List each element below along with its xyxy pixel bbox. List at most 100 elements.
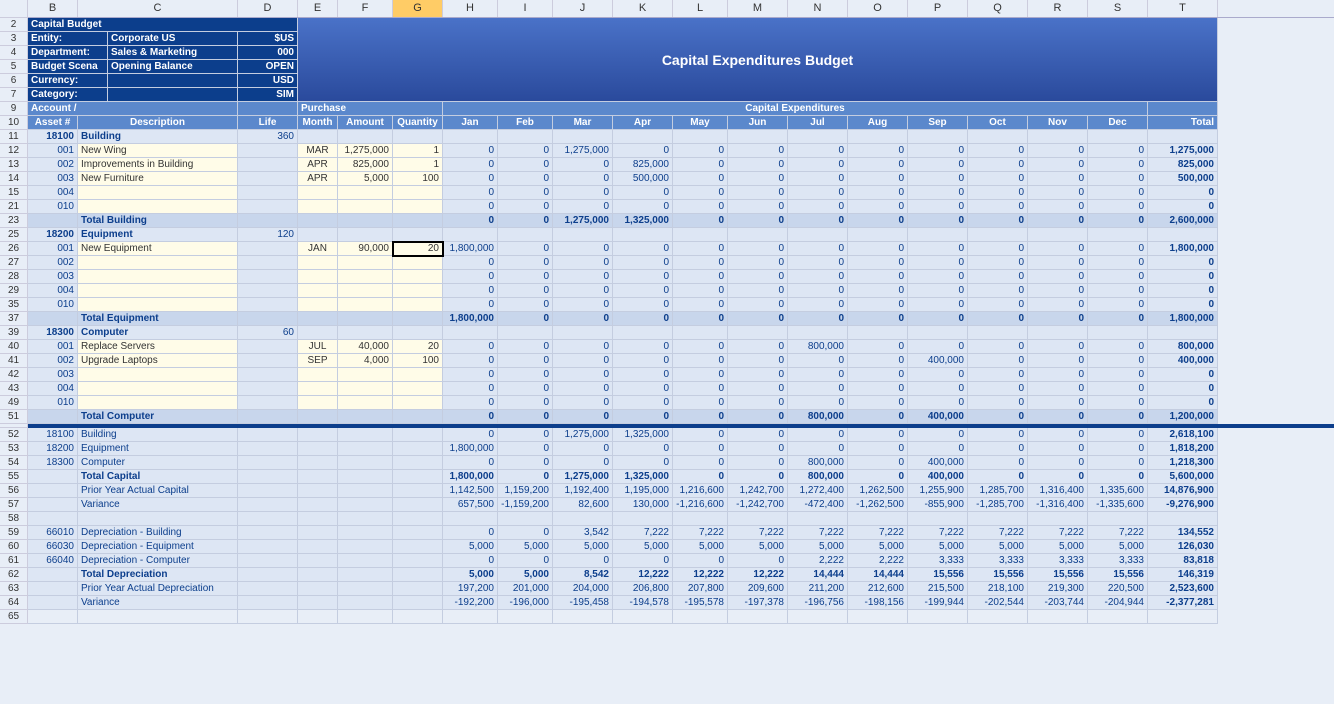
row-head-61[interactable]: 61 xyxy=(0,554,28,568)
purchase-qty[interactable] xyxy=(393,186,443,200)
row-head-64[interactable]: 64 xyxy=(0,596,28,610)
row-head-14[interactable]: 14 xyxy=(0,172,28,186)
row-head-25[interactable]: 25 xyxy=(0,228,28,242)
purchase-month[interactable] xyxy=(298,284,338,298)
purchase-qty[interactable] xyxy=(393,256,443,270)
col-head-Q[interactable]: Q xyxy=(968,0,1028,17)
purchase-month[interactable]: MAR xyxy=(298,144,338,158)
asset-desc[interactable] xyxy=(78,200,238,214)
asset-desc[interactable] xyxy=(78,298,238,312)
purchase-amount[interactable] xyxy=(338,256,393,270)
row-head-5[interactable]: 5 xyxy=(0,60,28,74)
purchase-month[interactable]: SEP xyxy=(298,354,338,368)
select-all-corner[interactable] xyxy=(0,0,28,18)
asset-desc[interactable] xyxy=(78,284,238,298)
row-head-28[interactable]: 28 xyxy=(0,270,28,284)
purchase-month[interactable] xyxy=(298,382,338,396)
purchase-qty[interactable] xyxy=(393,200,443,214)
purchase-amount[interactable] xyxy=(338,200,393,214)
asset-desc[interactable]: Replace Servers xyxy=(78,340,238,354)
row-head-54[interactable]: 54 xyxy=(0,456,28,470)
col-head-J[interactable]: J xyxy=(553,0,613,17)
col-head-H[interactable]: H xyxy=(443,0,498,17)
row-head-51[interactable]: 51 xyxy=(0,410,28,424)
purchase-amount[interactable]: 40,000 xyxy=(338,340,393,354)
spreadsheet-sheet[interactable]: BCDEFGHIJKLMNOPQRST 23456791011121314152… xyxy=(0,0,1334,704)
col-head-R[interactable]: R xyxy=(1028,0,1088,17)
row-head-53[interactable]: 53 xyxy=(0,442,28,456)
purchase-month[interactable] xyxy=(298,186,338,200)
row-head-40[interactable]: 40 xyxy=(0,340,28,354)
purchase-qty[interactable]: 100 xyxy=(393,172,443,186)
asset-desc[interactable] xyxy=(78,396,238,410)
col-head-M[interactable]: M xyxy=(728,0,788,17)
col-head-S[interactable]: S xyxy=(1088,0,1148,17)
purchase-month[interactable]: JAN xyxy=(298,242,338,256)
purchase-amount[interactable] xyxy=(338,396,393,410)
purchase-amount[interactable]: 4,000 xyxy=(338,354,393,368)
row-head-2[interactable]: 2 xyxy=(0,18,28,32)
col-head-C[interactable]: C xyxy=(78,0,238,17)
row-head-39[interactable]: 39 xyxy=(0,326,28,340)
purchase-qty[interactable] xyxy=(393,382,443,396)
asset-desc[interactable]: New Equipment xyxy=(78,242,238,256)
purchase-amount[interactable]: 825,000 xyxy=(338,158,393,172)
row-head-29[interactable]: 29 xyxy=(0,284,28,298)
row-head-26[interactable]: 26 xyxy=(0,242,28,256)
col-head-P[interactable]: P xyxy=(908,0,968,17)
purchase-month[interactable] xyxy=(298,396,338,410)
row-head-4[interactable]: 4 xyxy=(0,46,28,60)
row-head-49[interactable]: 49 xyxy=(0,396,28,410)
col-head-I[interactable]: I xyxy=(498,0,553,17)
col-head-L[interactable]: L xyxy=(673,0,728,17)
asset-desc[interactable]: Upgrade Laptops xyxy=(78,354,238,368)
row-head-10[interactable]: 10 xyxy=(0,116,28,130)
row-head-55[interactable]: 55 xyxy=(0,470,28,484)
purchase-qty[interactable] xyxy=(393,298,443,312)
purchase-amount[interactable] xyxy=(338,186,393,200)
row-head-7[interactable]: 7 xyxy=(0,88,28,102)
purchase-amount[interactable]: 5,000 xyxy=(338,172,393,186)
purchase-month[interactable] xyxy=(298,298,338,312)
purchase-qty[interactable] xyxy=(393,396,443,410)
row-head-62[interactable]: 62 xyxy=(0,568,28,582)
col-head-F[interactable]: F xyxy=(338,0,393,17)
purchase-amount[interactable] xyxy=(338,270,393,284)
col-head-G[interactable]: G xyxy=(393,0,443,17)
row-head-59[interactable]: 59 xyxy=(0,526,28,540)
purchase-amount[interactable] xyxy=(338,382,393,396)
asset-desc[interactable]: Improvements in Building xyxy=(78,158,238,172)
purchase-qty[interactable]: 1 xyxy=(393,144,443,158)
asset-desc[interactable] xyxy=(78,186,238,200)
purchase-amount[interactable] xyxy=(338,284,393,298)
purchase-amount[interactable] xyxy=(338,368,393,382)
purchase-month[interactable]: JUL xyxy=(298,340,338,354)
col-head-N[interactable]: N xyxy=(788,0,848,17)
purchase-qty[interactable]: 100 xyxy=(393,354,443,368)
purchase-month[interactable] xyxy=(298,200,338,214)
row-head-65[interactable]: 65 xyxy=(0,610,28,624)
col-head-O[interactable]: O xyxy=(848,0,908,17)
asset-desc[interactable] xyxy=(78,256,238,270)
row-head-63[interactable]: 63 xyxy=(0,582,28,596)
purchase-month[interactable]: APR xyxy=(298,158,338,172)
asset-desc[interactable] xyxy=(78,368,238,382)
row-head-3[interactable]: 3 xyxy=(0,32,28,46)
row-head-57[interactable]: 57 xyxy=(0,498,28,512)
asset-desc[interactable] xyxy=(78,270,238,284)
row-head-21[interactable]: 21 xyxy=(0,200,28,214)
row-head-52[interactable]: 52 xyxy=(0,428,28,442)
asset-desc[interactable]: New Wing xyxy=(78,144,238,158)
row-head-58[interactable]: 58 xyxy=(0,512,28,526)
purchase-amount[interactable]: 90,000 xyxy=(338,242,393,256)
col-head-E[interactable]: E xyxy=(298,0,338,17)
asset-desc[interactable] xyxy=(78,382,238,396)
row-head-41[interactable]: 41 xyxy=(0,354,28,368)
row-head-6[interactable]: 6 xyxy=(0,74,28,88)
purchase-month[interactable]: APR xyxy=(298,172,338,186)
col-head-T[interactable]: T xyxy=(1148,0,1218,17)
row-head-15[interactable]: 15 xyxy=(0,186,28,200)
purchase-amount[interactable]: 1,275,000 xyxy=(338,144,393,158)
row-head-37[interactable]: 37 xyxy=(0,312,28,326)
col-head-D[interactable]: D xyxy=(238,0,298,17)
